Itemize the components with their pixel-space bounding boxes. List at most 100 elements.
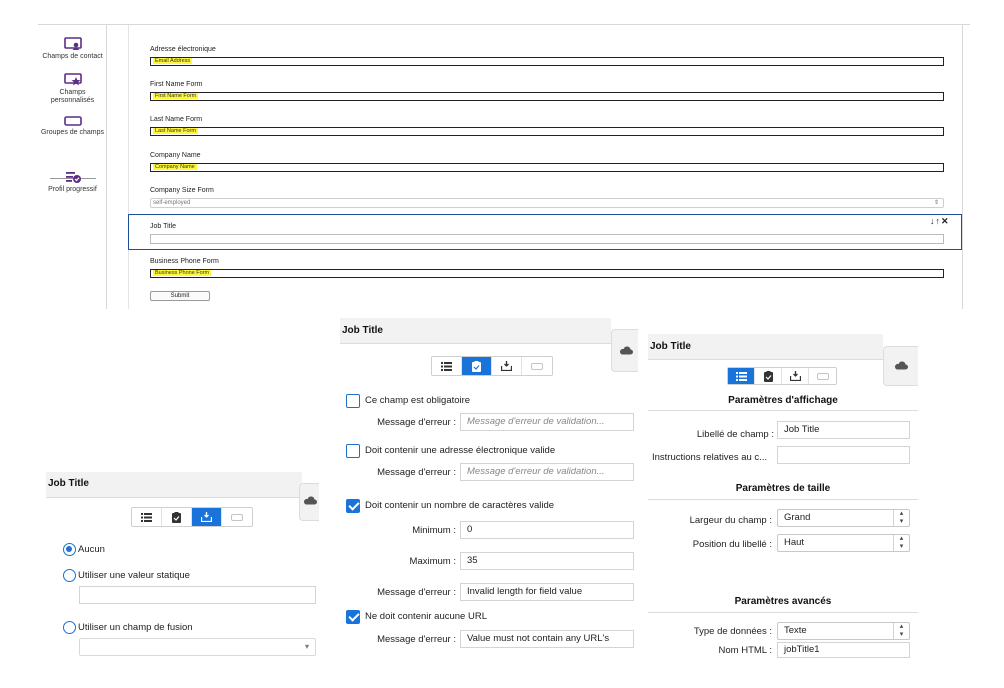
- panel-tabs: [131, 507, 253, 527]
- select-value: Texte: [784, 625, 807, 636]
- tab-field-merge: [222, 508, 252, 526]
- checkbox-no-url[interactable]: [346, 610, 360, 624]
- size-settings-heading: Paramètres de taille: [735, 483, 831, 494]
- company-name-field[interactable]: Company Name: [150, 163, 944, 172]
- tab-default-value[interactable]: [782, 368, 809, 384]
- static-value-input[interactable]: [79, 586, 316, 604]
- tab-validation[interactable]: [755, 368, 782, 384]
- error-message-label: Message d'erreur :: [377, 634, 456, 645]
- maximum-input[interactable]: 35: [460, 552, 634, 570]
- dropdown-arrow-icon: ▾: [304, 642, 309, 651]
- field-width-select[interactable]: Grand ▴ ▾: [777, 509, 910, 527]
- sidebar-item-label: Profil progressif: [48, 186, 97, 193]
- canvas-left-border: [128, 25, 129, 309]
- selected-field-row[interactable]: [128, 214, 962, 250]
- select-value: Grand: [784, 512, 811, 523]
- tab-display[interactable]: [432, 357, 462, 375]
- tab-validation[interactable]: [462, 357, 492, 375]
- data-type-select[interactable]: Texte ▴ ▾: [777, 622, 910, 640]
- sidebar-item-label: Champs de contact: [42, 53, 103, 60]
- field-label-email: Adresse électronique: [150, 46, 216, 53]
- radio-label: Utiliser une valeur statique: [78, 570, 190, 581]
- field-label-job-title: Job Title: [150, 223, 177, 230]
- field-icon: [816, 372, 829, 380]
- radio-none[interactable]: [63, 543, 76, 556]
- select-arrows-icon: ⇕: [933, 200, 939, 206]
- first-name-field[interactable]: First Name Form: [150, 92, 944, 101]
- email-field[interactable]: Email Address: [150, 57, 944, 66]
- tray-download-icon: [789, 371, 801, 381]
- panel-title: Job Title: [650, 341, 691, 352]
- canvas-right-border: [962, 25, 963, 309]
- field-label-first-name: First Name Form: [150, 81, 203, 88]
- stepper-arrows-icon: ▴ ▾: [893, 623, 909, 639]
- label-position-label: Position du libellé :: [692, 539, 772, 550]
- minimum-input[interactable]: 0: [460, 521, 634, 539]
- select-value: self-employed: [153, 200, 191, 206]
- tab-default-value[interactable]: [492, 357, 522, 375]
- required-error-input[interactable]: Message d'erreur de validation...: [460, 413, 634, 431]
- html-name-input[interactable]: jobTitle1: [777, 642, 910, 658]
- advanced-settings-heading: Paramètres avancés: [734, 596, 832, 607]
- list-icon: [441, 361, 452, 371]
- panel-tabs: [727, 367, 837, 385]
- job-title-field[interactable]: [150, 234, 944, 244]
- tab-display[interactable]: [728, 368, 755, 384]
- rule-label: Ce champ est obligatoire: [365, 395, 471, 406]
- panel-default-value: Job Title Aucun Utiliser une valeur stat…: [46, 472, 319, 666]
- progressive-profile-icon: [65, 172, 81, 183]
- radio-merge-field[interactable]: [63, 621, 76, 634]
- field-width-label: Largeur du champ :: [689, 515, 772, 526]
- tab-default-value[interactable]: [192, 508, 222, 526]
- display-settings-heading: Paramètres d'affichage: [728, 395, 838, 406]
- field-placeholder: Last Name Form: [153, 128, 198, 134]
- stepper-arrows-icon: ▴ ▾: [893, 535, 909, 551]
- error-message-label: Message d'erreur :: [377, 467, 456, 478]
- cloud-tab[interactable]: [883, 346, 918, 386]
- business-phone-field[interactable]: Business Phone Form: [150, 269, 944, 278]
- label-position-select[interactable]: Haut ▴ ▾: [777, 534, 910, 552]
- submit-button[interactable]: Submit: [150, 291, 210, 301]
- sidebar-item-contact-fields[interactable]: Champs de contact: [38, 37, 107, 61]
- sidebar-item-field-groups[interactable]: Groupes de champs: [38, 115, 107, 137]
- top-divider: [38, 24, 970, 25]
- merge-field-select[interactable]: ▾: [79, 638, 316, 656]
- checkbox-valid-email[interactable]: [346, 444, 360, 458]
- cloud-icon: [894, 361, 908, 370]
- field-label-business-phone: Business Phone Form: [150, 258, 219, 265]
- tab-field-merge: [522, 357, 552, 375]
- panel-title: Job Title: [342, 325, 383, 336]
- error-message-label: Message d'erreur :: [377, 587, 456, 598]
- checkbox-required[interactable]: [346, 394, 360, 408]
- section-divider: [648, 612, 918, 613]
- field-icon: [531, 362, 543, 370]
- section-divider: [648, 499, 918, 500]
- url-error-input[interactable]: Value must not contain any URL's: [460, 630, 634, 648]
- last-name-field[interactable]: Last Name Form: [150, 127, 944, 136]
- row-actions[interactable]: ↓↑✕: [930, 216, 950, 227]
- field-label-company-size: Company Size Form: [150, 187, 214, 194]
- sidebar-item-progressive-profile[interactable]: Profil progressif: [38, 170, 107, 194]
- instructions-label: Instructions relatives au c...: [652, 452, 768, 463]
- field-placeholder: Company Name: [153, 164, 197, 170]
- cloud-tab[interactable]: [299, 483, 319, 521]
- error-message-label: Message d'erreur :: [377, 417, 456, 428]
- stepper-arrows-icon: ▴ ▾: [893, 510, 909, 526]
- tab-validation[interactable]: [162, 508, 192, 526]
- maximum-label: Maximum :: [409, 556, 456, 567]
- tab-display[interactable]: [132, 508, 162, 526]
- sidebar-item-custom-fields[interactable]: Champs personnalisés: [38, 73, 107, 105]
- field-label-input[interactable]: Job Title: [777, 421, 910, 439]
- cloud-icon: [619, 346, 633, 355]
- company-size-select[interactable]: self-employed ⇕: [150, 198, 944, 208]
- length-error-input[interactable]: Invalid length for field value: [460, 583, 634, 601]
- radio-static-value[interactable]: [63, 569, 76, 582]
- cloud-tab[interactable]: [611, 329, 638, 372]
- select-value: Haut: [784, 537, 805, 548]
- checkbox-valid-length[interactable]: [346, 499, 360, 513]
- list-icon: [735, 371, 747, 381]
- panel-display-settings: Job Title Paramètres d'affichage Libellé…: [648, 334, 918, 660]
- instructions-input[interactable]: [777, 446, 910, 464]
- radio-label: Aucun: [78, 544, 105, 555]
- email-error-input[interactable]: Message d'erreur de validation...: [460, 463, 634, 481]
